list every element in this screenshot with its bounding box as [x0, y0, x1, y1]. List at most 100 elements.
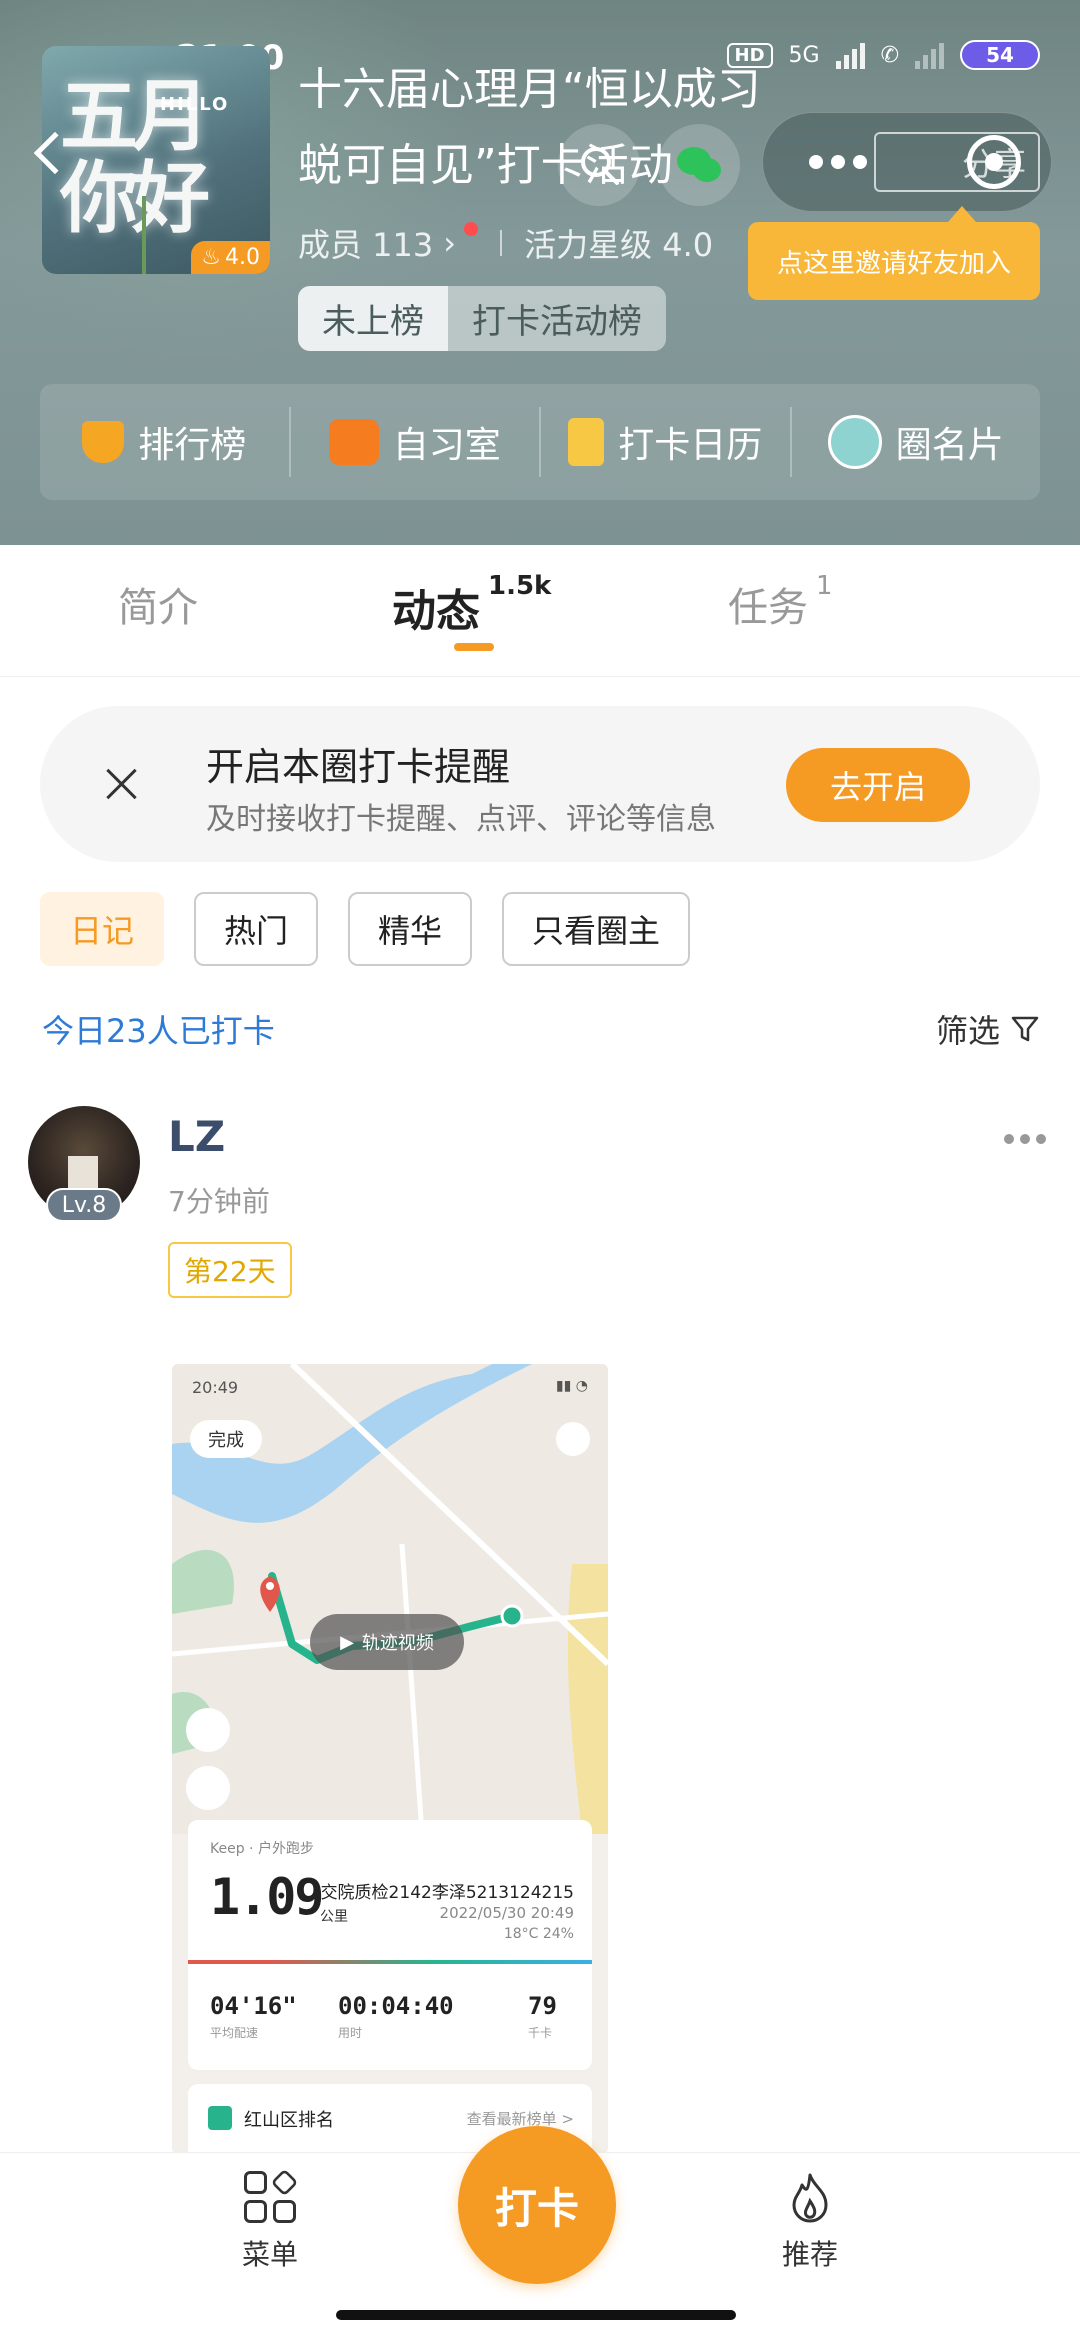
- study-room-icon: [328, 419, 379, 465]
- meta-divider: [500, 230, 503, 256]
- circle-card-icon: [827, 415, 882, 469]
- checkin-button[interactable]: 打卡: [458, 2126, 616, 2284]
- menu-grid-icon: [244, 2168, 299, 2223]
- stat-calories-value: 79: [528, 1992, 557, 2020]
- cover-flower-stem: [142, 196, 146, 274]
- post-username[interactable]: LZ: [168, 1112, 225, 1161]
- quick-action-label: 排行榜: [138, 425, 247, 466]
- feed-filters: 日记 热门 精华 只看圈主: [40, 892, 691, 966]
- header-floating-icons: [558, 124, 740, 206]
- reminder-subtitle: 及时接收打卡提醒、点评、评论等信息: [206, 802, 716, 837]
- tab-count: 1: [816, 571, 833, 601]
- rank-more-link: 查看最新榜单 >: [466, 2110, 574, 2128]
- chevron-right-icon[interactable]: ›: [443, 224, 456, 262]
- pace-gradient-bar: [188, 1960, 592, 1964]
- home-indicator[interactable]: [336, 2310, 736, 2320]
- run-app-label: Keep · 户外跑步: [210, 1841, 314, 1857]
- stat-calories-label: 千卡: [528, 2026, 553, 2040]
- unread-dot: [464, 222, 479, 236]
- invite-tooltip[interactable]: 点这里邀请好友加入: [748, 206, 1040, 300]
- quick-action-label: 自习室: [392, 425, 501, 466]
- eye-icon: [186, 1708, 230, 1752]
- run-weather: 18°C 24%: [503, 1926, 574, 1942]
- checkin-reminder-banner: 开启本圈打卡提醒 及时接收打卡提醒、点评、评论等信息 去开启: [40, 706, 1040, 862]
- level-badge: Lv.8: [46, 1188, 122, 1222]
- rank-board-chip[interactable]: 打卡活动榜: [448, 286, 666, 351]
- filter-diary[interactable]: 日记: [40, 892, 165, 966]
- quick-actions-bar: 排行榜 自习室 打卡日历 圈名片: [40, 384, 1040, 500]
- quick-action-label: 圈名片: [895, 425, 1004, 466]
- tab-intro[interactable]: 简介: [118, 575, 198, 633]
- runner-name: 交院质检2142李泽5213124215: [320, 1883, 574, 1903]
- filter-hot[interactable]: 热门: [194, 892, 319, 966]
- track-video-text: 轨迹视频: [361, 1633, 434, 1654]
- run-distance-unit: 公里: [320, 1909, 348, 1925]
- nav-menu[interactable]: 菜单: [200, 2168, 340, 2273]
- search-icon[interactable]: [558, 124, 640, 206]
- stat-calories: 79 千卡: [528, 1992, 557, 2041]
- flame-icon: [792, 2173, 828, 2223]
- rank-title: 红山区排名: [244, 2110, 334, 2131]
- rank-chips[interactable]: 未上榜 打卡活动榜: [298, 286, 666, 351]
- post-more-icon[interactable]: [1004, 1134, 1046, 1144]
- call-icon: ✆: [880, 42, 899, 68]
- checkin-day-badge: 第22天: [168, 1242, 292, 1298]
- tab-label: 任务: [728, 585, 808, 631]
- tab-label: 简介: [118, 585, 198, 631]
- enable-reminder-button[interactable]: 去开启: [786, 748, 970, 822]
- share-button[interactable]: 分享: [874, 132, 1040, 192]
- cover-rating-value: 4.0: [225, 245, 260, 270]
- run-distance: 1.09: [210, 1868, 324, 1926]
- funnel-icon: [1011, 1016, 1039, 1042]
- quick-action-calendar[interactable]: 打卡日历: [541, 384, 790, 500]
- quick-action-circle-card[interactable]: 圈名片: [792, 384, 1041, 500]
- member-count[interactable]: 成员 113: [298, 220, 433, 266]
- tab-count: 1.5k: [488, 571, 552, 601]
- stat-pace-label: 平均配速: [210, 2026, 259, 2040]
- image-status-icons: ▮▮ ◔: [555, 1378, 588, 1394]
- filter-label: 筛选: [935, 1012, 1000, 1050]
- tab-tasks[interactable]: 任务 1: [728, 571, 833, 633]
- run-stats-card: Keep · 户外跑步 1.09 公里 交院质检2142李泽5213124215…: [188, 1820, 592, 2070]
- filter-featured[interactable]: 精华: [348, 892, 473, 966]
- signal-icon: [835, 41, 865, 69]
- more-options-icon[interactable]: [809, 155, 867, 169]
- group-cover-image[interactable]: 五月你好 HILLO ♨ 4.0: [42, 46, 270, 274]
- active-tab-indicator: [454, 643, 494, 651]
- group-meta: 成员 113 › 活力星级 4.0: [298, 220, 713, 266]
- stat-pace: 04'16" 平均配速: [210, 1992, 297, 2041]
- stat-pace-value: 04'16": [210, 1992, 297, 2020]
- close-icon[interactable]: [100, 762, 144, 806]
- bar-chart-icon: [208, 2106, 232, 2130]
- tab-label: 动态: [392, 586, 480, 637]
- wechat-icon[interactable]: [658, 124, 740, 206]
- post-timestamp: 7分钟前: [168, 1185, 270, 1218]
- image-done-label: 完成: [190, 1420, 262, 1458]
- quick-action-label: 打卡日历: [618, 425, 763, 466]
- quick-action-leaderboard[interactable]: 排行榜: [40, 384, 289, 500]
- nav-recommend[interactable]: 推荐: [740, 2171, 880, 2273]
- tab-feed[interactable]: 动态 1.5k: [392, 571, 551, 639]
- run-date: 2022/05/30 20:49: [439, 1904, 574, 1922]
- today-checkin-count[interactable]: 今日23人已打卡: [42, 1006, 275, 1052]
- filter-button[interactable]: 筛选: [936, 1006, 1040, 1052]
- quick-action-study-room[interactable]: 自习室: [291, 384, 540, 500]
- content-tabs: 简介 动态 1.5k 任务 1: [0, 545, 1080, 677]
- nav-menu-label: 菜单: [241, 2238, 298, 2271]
- image-status-time: 20:49: [192, 1378, 239, 1397]
- battery-icon: 54: [960, 40, 1040, 70]
- vitality-rating: 活力星级 4.0: [524, 226, 714, 264]
- nav-recommend-label: 推荐: [781, 2238, 838, 2271]
- group-header: 21:00 HD 5G ✆ 54 五月你好 HILLO ♨ 4.0 十六届心理月…: [0, 0, 1080, 545]
- post-image[interactable]: 20:49 ▮▮ ◔ 完成 ▶ 轨迹视频 Keep · 户外跑步 1.09 公里…: [172, 1364, 608, 2154]
- stat-duration-label: 用时: [338, 2026, 363, 2040]
- cover-hello-text: HILLO: [160, 94, 230, 115]
- image-more-icon: [556, 1422, 590, 1456]
- reminder-title: 开启本圈打卡提醒: [206, 745, 511, 789]
- share-label: 分享: [961, 145, 1026, 183]
- filter-owner-only[interactable]: 只看圈主: [502, 892, 691, 966]
- play-icon: ▶: [340, 1631, 354, 1653]
- stat-duration: 00:04:40 用时: [338, 1992, 454, 2041]
- layers-icon: [186, 1766, 230, 1810]
- rank-status-chip[interactable]: 未上榜: [298, 286, 448, 351]
